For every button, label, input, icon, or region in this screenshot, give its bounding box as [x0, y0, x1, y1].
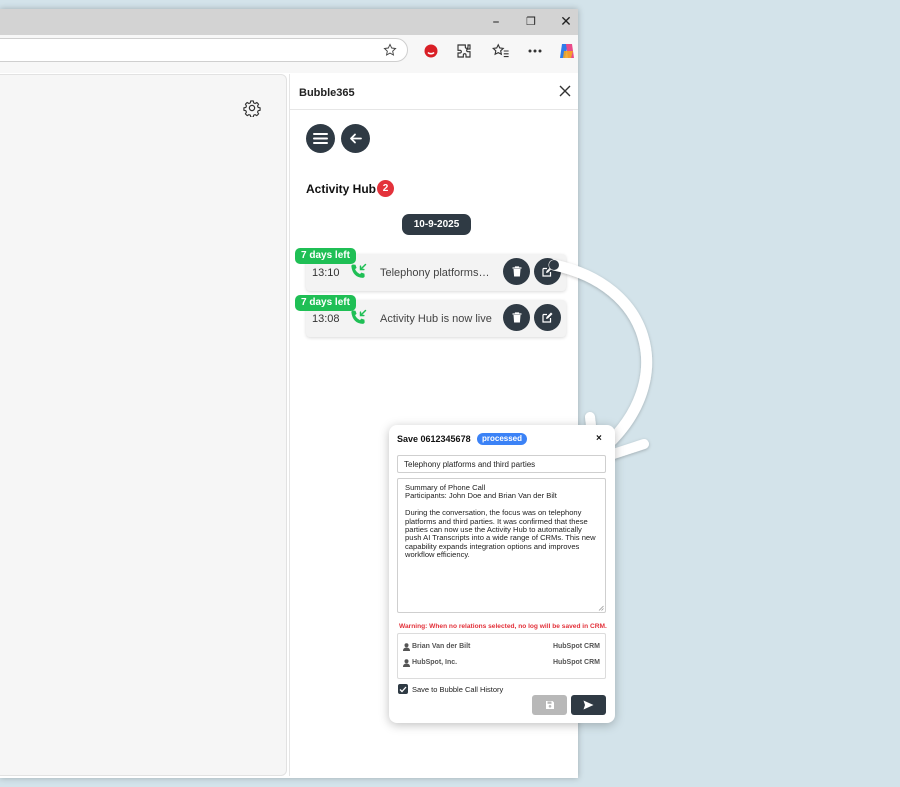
menu-button[interactable] [306, 124, 335, 153]
copilot-icon[interactable] [556, 40, 578, 62]
send-icon [583, 700, 594, 710]
relations-list: Brian Van der Bilt HubSpot CRM HubSpot, … [397, 633, 606, 679]
incoming-call-icon [351, 309, 367, 324]
days-left-badge: 7 days left [295, 295, 356, 311]
trash-icon [512, 266, 521, 277]
more-icon[interactable] [524, 40, 546, 62]
activity-count-badge: 2 [377, 180, 394, 197]
resize-handle-icon[interactable] [598, 605, 604, 611]
address-bar[interactable] [0, 38, 408, 62]
save-history-label: Save to Bubble Call History [412, 685, 504, 694]
star-icon[interactable] [383, 43, 397, 57]
browser-toolbar [0, 35, 578, 73]
side-panel-header: Bubble365 [290, 74, 578, 110]
restore-icon[interactable]: ❐ [521, 13, 541, 31]
activity-text: Activity Hub is now live [380, 313, 492, 325]
save-button[interactable] [532, 695, 567, 715]
favorites-icon[interactable] [490, 40, 512, 62]
dialog-title: Save 0612345678 [397, 434, 471, 444]
status-badge: processed [477, 433, 528, 445]
relation-row[interactable]: Brian Van der Bilt HubSpot CRM [403, 642, 600, 652]
date-separator: 10-9-2025 [402, 214, 471, 235]
incoming-call-icon [351, 263, 367, 278]
back-button[interactable] [341, 124, 370, 153]
record-icon[interactable] [420, 40, 442, 62]
checkmark-icon [399, 686, 407, 692]
relation-crm: HubSpot CRM [552, 643, 600, 650]
save-history-checkbox[interactable] [398, 684, 408, 694]
minimize-icon[interactable]: – [486, 13, 506, 31]
title-bar: – ❐ ✕ [0, 9, 578, 35]
floppy-icon [545, 701, 554, 709]
activity-time: 13:08 [312, 313, 340, 325]
warning-text: Warning: When no relations selected, no … [399, 623, 607, 630]
user-icon [403, 659, 410, 667]
panel-title: Bubble365 [299, 87, 355, 99]
user-icon [403, 643, 410, 651]
hamburger-icon [313, 133, 328, 144]
trash-icon [512, 312, 521, 323]
summary-textarea[interactable]: Summary of Phone Call Participants: John… [397, 478, 606, 613]
relation-row[interactable]: HubSpot, Inc. HubSpot CRM [403, 658, 600, 668]
gear-icon[interactable] [243, 99, 261, 117]
relation-name: Brian Van der Bilt [412, 643, 471, 650]
send-button[interactable] [571, 695, 606, 715]
main-content-pane [0, 74, 287, 776]
arrow-left-icon [350, 133, 362, 144]
delete-button[interactable] [503, 304, 530, 331]
activity-time: 13:10 [312, 267, 340, 279]
relation-crm: HubSpot CRM [552, 659, 600, 666]
extensions-icon[interactable] [453, 40, 475, 62]
save-call-dialog: Save 0612345678 processed × Telephony pl… [389, 425, 615, 723]
activity-hub-title: Activity Hub [306, 182, 377, 196]
relation-name: HubSpot, Inc. [412, 659, 458, 666]
delete-button[interactable] [503, 258, 530, 285]
close-icon[interactable]: ✕ [556, 13, 576, 31]
close-icon[interactable]: × [596, 433, 602, 444]
days-left-badge: 7 days left [295, 248, 356, 264]
subject-input[interactable]: Telephony platforms and third parties [397, 455, 606, 473]
activity-text: Telephony platforms and third parties [380, 267, 492, 279]
close-icon[interactable] [558, 84, 572, 98]
